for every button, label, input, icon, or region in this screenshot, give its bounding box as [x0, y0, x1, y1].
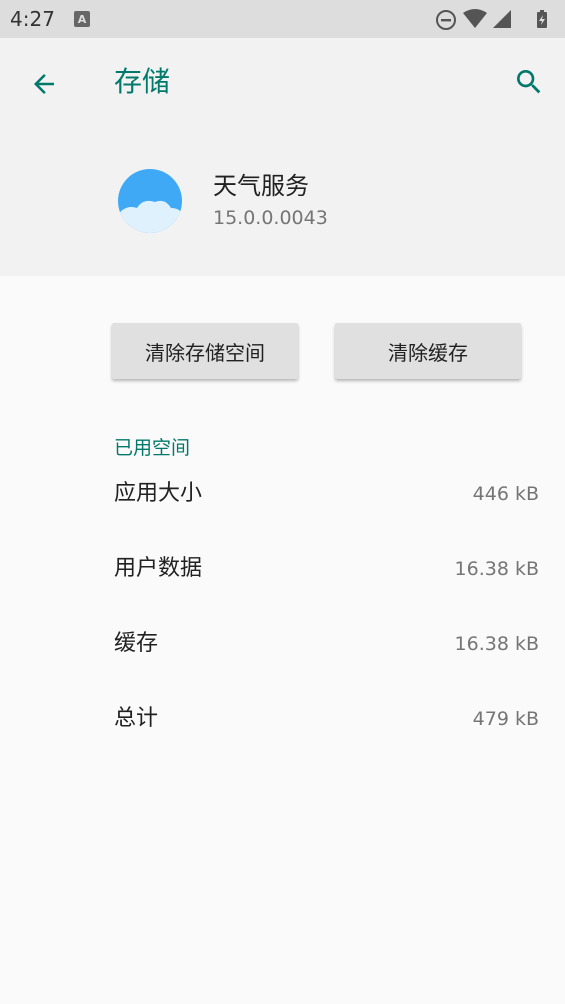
status-bar: 4:27 A [0, 0, 565, 38]
app-header: 存储 天气服务 15.0.0.0043 [0, 38, 565, 276]
wifi-icon [463, 9, 487, 28]
storage-row-app-size: 应用大小 446 kB [0, 472, 565, 516]
status-icons [435, 9, 555, 30]
search-button[interactable] [507, 60, 551, 104]
row-value: 16.38 kB [454, 633, 539, 655]
weather-app-icon [117, 168, 183, 238]
row-value: 479 kB [472, 708, 539, 730]
clear-cache-button[interactable]: 清除缓存 [335, 323, 521, 379]
used-space-section-title: 已用空间 [114, 437, 191, 459]
app-version: 15.0.0.0043 [213, 207, 328, 229]
signal-icon [493, 10, 511, 28]
arrow-back-icon [34, 74, 54, 94]
row-label: 缓存 [114, 631, 159, 656]
row-value: 16.38 kB [454, 558, 539, 580]
status-time: 4:27 [10, 7, 55, 31]
page-title: 存储 [114, 65, 171, 98]
svg-text:A: A [78, 13, 87, 26]
storage-row-cache: 缓存 16.38 kB [0, 622, 565, 666]
row-label: 总计 [114, 706, 159, 731]
row-label: 应用大小 [114, 481, 203, 506]
clear-storage-button[interactable]: 清除存储空间 [112, 323, 298, 379]
storage-row-total: 总计 479 kB [0, 697, 565, 741]
do-not-disturb-icon [436, 10, 456, 30]
search-icon [517, 70, 541, 94]
battery-icon [537, 10, 547, 28]
row-label: 用户数据 [114, 556, 203, 581]
storage-row-user-data: 用户数据 16.38 kB [0, 547, 565, 591]
app-name: 天气服务 [213, 172, 309, 200]
a-notification-icon: A [74, 11, 90, 31]
row-value: 446 kB [472, 483, 539, 505]
back-button[interactable] [22, 62, 66, 106]
